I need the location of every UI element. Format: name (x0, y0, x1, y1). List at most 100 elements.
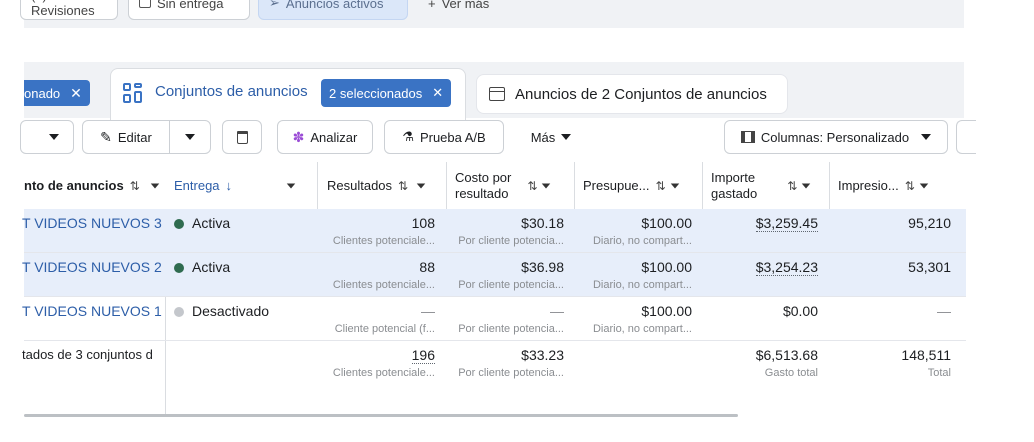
see-more-link[interactable]: + Ver más (428, 0, 489, 20)
filter-strip: (4) Revisiones Sin entrega ➢ Anuncios ac… (20, 0, 964, 28)
results-subtext: Clientes potenciale... (332, 235, 435, 247)
sort-icon[interactable]: ⇅ (905, 179, 915, 193)
total-impressions-value: 148,511 (901, 347, 951, 363)
close-icon[interactable]: ✕ (432, 85, 443, 101)
filter-chip-label: Sin entrega (157, 0, 224, 11)
delete-button[interactable] (222, 120, 262, 154)
chevron-down-icon[interactable] (286, 182, 296, 189)
breakdown-button[interactable] (956, 120, 976, 154)
chevron-down-icon (921, 134, 932, 140)
status-dot-icon (174, 263, 184, 273)
spent-value[interactable]: $3,259.45 (755, 215, 818, 232)
chevron-down-icon[interactable] (542, 182, 551, 189)
total-results-value[interactable]: 196 (411, 347, 435, 364)
tab-campaigns[interactable]: onado ✕ (24, 80, 90, 106)
selection-badge[interactable]: 2 seleccionados ✕ (321, 79, 452, 107)
status-dot-icon (174, 219, 184, 229)
cost-subtext: Por cliente potencia... (458, 235, 564, 247)
sort-icon[interactable]: ⇅ (398, 179, 408, 193)
chevron-down-icon[interactable] (150, 182, 159, 189)
column-header-cost[interactable]: Costo por resultado ⇅ (455, 162, 575, 210)
cost-value: $30.18 (521, 215, 564, 231)
delivery-status-label: Desactivado (192, 303, 270, 319)
close-icon[interactable]: ✕ (70, 85, 82, 102)
budget-value: $100.00 (641, 303, 692, 319)
edit-dropdown-button[interactable] (169, 120, 211, 154)
edit-button[interactable]: ✎ Editar (82, 120, 170, 154)
results-subtext: Clientes potenciale... (332, 279, 435, 291)
results-value: 108 (411, 215, 435, 231)
ad-set-name-link[interactable]: T VIDEOS NUEVOS 1 (22, 303, 162, 319)
tab-ad-sets[interactable]: Conjuntos de anuncios 2 seleccionados ✕ (110, 68, 466, 120)
sort-icon[interactable]: ⇅ (787, 179, 797, 193)
tab-ad-sets-label: Conjuntos de anuncios (155, 83, 308, 100)
chevron-down-icon[interactable] (802, 182, 811, 189)
totals-label: tados de 3 conjuntos d (22, 347, 153, 362)
sort-icon[interactable]: ⇅ (527, 179, 537, 193)
columns-button[interactable]: Columnas: Personalizado (724, 120, 948, 154)
selection-badge-label: 2 seleccionados (329, 85, 423, 101)
column-header-label: Presupue... (583, 178, 650, 193)
column-header-name[interactable]: nto de anuncios ⇅ (24, 162, 164, 210)
delivery-status: Activa (174, 259, 230, 275)
ad-window-icon (489, 87, 505, 101)
horizontal-scrollbar[interactable] (24, 414, 738, 417)
column-header-label: Entrega (174, 178, 220, 193)
column-header-delivery[interactable]: Entrega ↓ (174, 162, 314, 210)
sort-icon[interactable]: ⇅ (656, 179, 666, 193)
cost-value: — (550, 303, 564, 319)
table-row[interactable]: T VIDEOS NUEVOS 1 Desactivado — Cliente p… (22, 297, 966, 341)
column-header-label-line: gastado (711, 185, 758, 201)
sort-down-icon[interactable]: ↓ (226, 178, 233, 193)
column-header-spent[interactable]: Importe gastado ⇅ (711, 162, 827, 210)
column-header-results[interactable]: Resultados ⇅ (327, 162, 447, 210)
total-cost-subtext: Por cliente potencia... (458, 367, 564, 379)
column-header-label-line: Importe (711, 169, 756, 185)
cost-value: $36.98 (521, 259, 564, 275)
column-header-label: Importe gastado (711, 170, 757, 202)
image-icon (139, 0, 151, 8)
create-dropdown-button[interactable] (20, 120, 74, 154)
grid-icon (123, 83, 143, 103)
more-button[interactable]: Más (516, 120, 586, 154)
edit-label: Editar (117, 129, 152, 145)
analyze-button[interactable]: ✽ Analizar (277, 120, 373, 154)
sort-icon[interactable]: ⇅ (130, 179, 140, 193)
tab-ads-label: Anuncios de 2 Conjuntos de anuncios (515, 85, 767, 103)
column-divider (702, 162, 703, 210)
ab-test-button[interactable]: ⚗ Prueba A/B (384, 120, 504, 154)
plus-icon: + (428, 0, 436, 11)
delivery-status-label: Activa (192, 215, 231, 231)
table-row[interactable]: T VIDEOS NUEVOS 2 Activa 88 Clientes pote… (22, 253, 966, 297)
column-divider (317, 162, 318, 210)
delivery-status: Activa (174, 215, 230, 231)
ad-set-name-link[interactable]: T VIDEOS NUEVOS 2 (22, 259, 162, 275)
send-icon: ➢ (269, 0, 280, 10)
column-header-impressions[interactable]: Impresio... ⇅ (838, 162, 962, 210)
table-row[interactable]: T VIDEOS NUEVOS 3 Activa 108 Clientes pot… (22, 209, 966, 253)
tab-ads[interactable]: Anuncios de 2 Conjuntos de anuncios (476, 74, 788, 114)
column-divider (574, 162, 575, 210)
status-dot-icon (174, 307, 184, 317)
ad-set-name-link[interactable]: T VIDEOS NUEVOS 3 (22, 215, 162, 231)
trash-icon (236, 130, 248, 144)
filter-chip-sin-entrega[interactable]: Sin entrega (128, 0, 250, 20)
spent-value[interactable]: $3,254.23 (755, 259, 818, 276)
chevron-down-icon[interactable] (416, 182, 426, 189)
sparkle-icon: ✽ (292, 128, 305, 145)
chevron-down-icon[interactable] (919, 182, 928, 189)
more-label: Más (530, 129, 556, 145)
filter-chip-anuncios-activos[interactable]: ➢ Anuncios activos (258, 0, 408, 20)
results-subtext: Cliente potencial (f... (334, 323, 435, 335)
column-divider (446, 162, 447, 210)
chevron-down-icon[interactable] (670, 182, 679, 189)
flask-icon: ⚗ (402, 129, 414, 144)
filter-chip-revisiones[interactable]: (4) Revisiones (20, 0, 118, 20)
column-header-label: Resultados (327, 178, 393, 193)
tab-bar: onado ✕ Conjuntos de anuncios 2 seleccio… (24, 62, 964, 120)
chevron-down-icon (49, 134, 59, 140)
budget-value: $100.00 (641, 215, 692, 231)
results-value: 88 (419, 259, 435, 275)
delivery-status: Desactivado (174, 303, 269, 319)
column-header-budget[interactable]: Presupue... ⇅ (583, 162, 705, 210)
